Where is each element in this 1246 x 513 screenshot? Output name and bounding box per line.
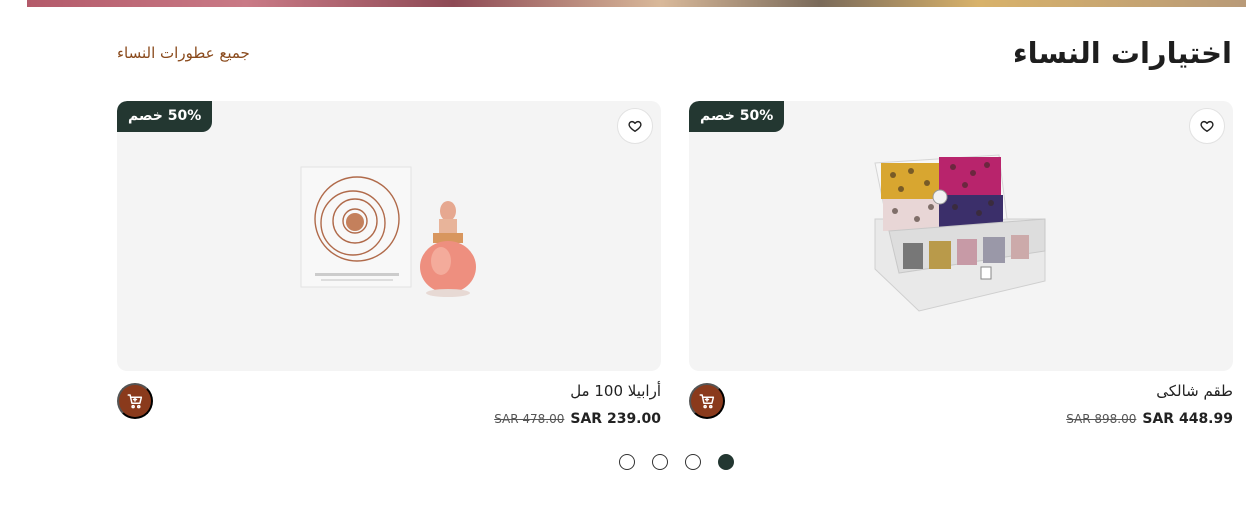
product-name[interactable]: أرابيلا 100 مل	[570, 382, 661, 400]
new-price: SAR 448.99	[1142, 411, 1233, 427]
discount-badge: 50% خصم	[689, 101, 785, 132]
product-image-area[interactable]: 50% خصم	[689, 101, 1233, 371]
cart-icon	[127, 394, 143, 409]
carousel-pagination	[619, 454, 734, 470]
carousel-dot[interactable]	[652, 454, 668, 470]
carousel-dot[interactable]	[718, 454, 734, 470]
product-card[interactable]: 50% خصم أرابيلا 100 مل SAR 478.00 SAR 23…	[117, 101, 661, 427]
view-all-women-perfumes-link[interactable]: جميع عطورات النساء	[117, 44, 250, 62]
price-row: SAR 478.00 SAR 239.00	[494, 411, 661, 427]
product-image	[300, 166, 476, 297]
product-image	[874, 154, 1046, 312]
old-price: SAR 898.00	[1066, 412, 1137, 426]
heart-icon	[628, 120, 642, 132]
discount-badge: 50% خصم	[117, 101, 213, 132]
heart-icon	[1200, 120, 1214, 132]
price-row: SAR 898.00 SAR 448.99	[1066, 411, 1233, 427]
hero-banner-strip	[27, 0, 1246, 7]
add-to-cart-button[interactable]	[117, 383, 153, 419]
product-card[interactable]: 50% خصم طقم شالكى SAR 898.00 SAR 448.99	[689, 101, 1233, 427]
product-image-area[interactable]: 50% خصم	[117, 101, 661, 371]
product-name[interactable]: طقم شالكى	[1156, 382, 1233, 400]
old-price: SAR 478.00	[494, 412, 565, 426]
cart-icon	[699, 394, 715, 409]
carousel-dot[interactable]	[685, 454, 701, 470]
wishlist-button[interactable]	[617, 108, 653, 144]
section-title: اختيارات النساء	[1012, 36, 1232, 70]
new-price: SAR 239.00	[570, 411, 661, 427]
add-to-cart-button[interactable]	[689, 383, 725, 419]
wishlist-button[interactable]	[1189, 108, 1225, 144]
carousel-dot[interactable]	[619, 454, 635, 470]
